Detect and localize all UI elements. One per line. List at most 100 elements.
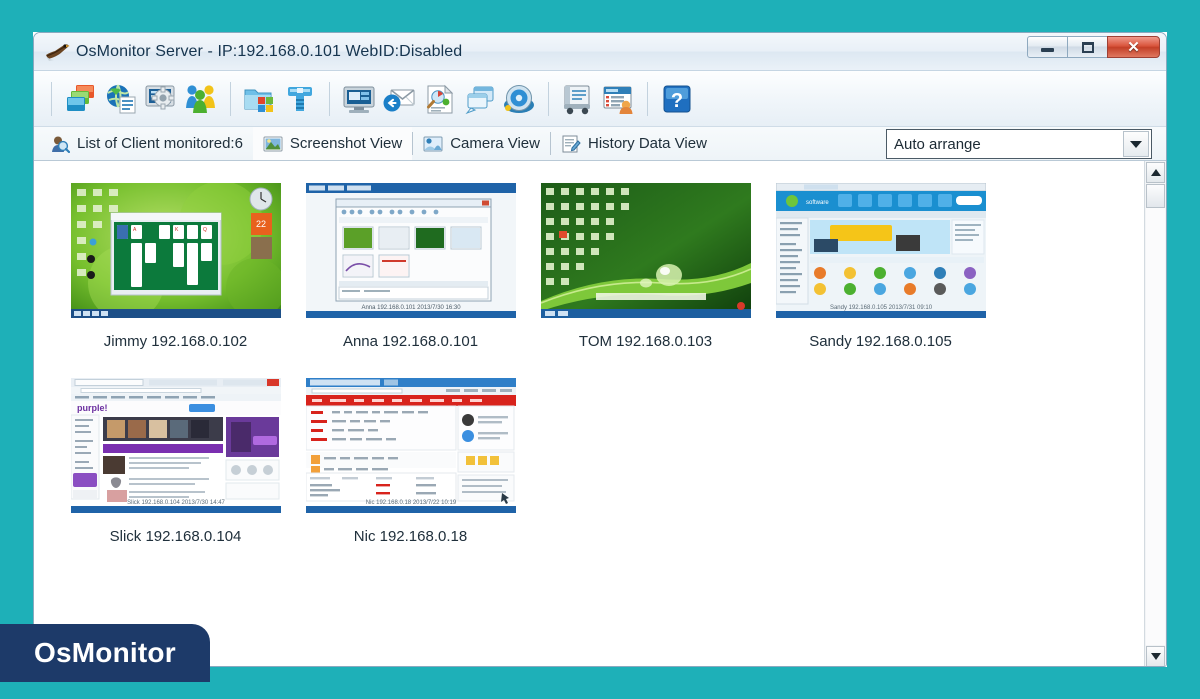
restore-icon bbox=[1081, 41, 1094, 53]
camera-icon bbox=[423, 135, 443, 153]
toolbar: ? bbox=[34, 71, 1166, 127]
brand-name: OsMonitor bbox=[34, 637, 176, 668]
title-bar[interactable]: OsMonitor Server - IP:192.168.0.101 WebI… bbox=[34, 33, 1166, 71]
maximize-button[interactable] bbox=[1067, 36, 1108, 58]
screen-tile[interactable]: software Sandy 192.168.0.105 2013/7/31 0… bbox=[763, 175, 998, 350]
email-back-icon bbox=[382, 83, 416, 115]
tab-client-list[interactable]: List of Client monitored:6 bbox=[40, 127, 253, 160]
svg-text:Sandy 192.168.0.105 2013/7/31: Sandy 192.168.0.105 2013/7/31 09:10 bbox=[829, 305, 932, 311]
toolbar-disk-record-button[interactable] bbox=[499, 79, 539, 119]
tab-camera-view[interactable]: Camera View bbox=[413, 127, 550, 160]
scroll-down-button[interactable] bbox=[1146, 646, 1165, 666]
monitor-gear-icon bbox=[144, 83, 178, 115]
toolbar-monitor-gear-button[interactable] bbox=[141, 79, 181, 119]
user-list-icon bbox=[601, 83, 635, 115]
screen-thumbnail[interactable]: software Sandy 192.168.0.105 2013/7/31 0… bbox=[775, 175, 986, 325]
toolbar-separator bbox=[548, 81, 549, 116]
minimize-icon bbox=[1041, 48, 1054, 52]
users-group-icon bbox=[184, 83, 218, 115]
toolbar-separator bbox=[230, 81, 231, 116]
toolbar-separator bbox=[647, 81, 648, 116]
toolbar-users-group-button[interactable] bbox=[181, 79, 221, 119]
vertical-scrollbar[interactable] bbox=[1144, 161, 1166, 666]
tab-strip: List of Client monitored:6 Screenshot Vi… bbox=[34, 127, 1166, 161]
screen-thumbnail[interactable] bbox=[540, 175, 751, 325]
globe-document-icon bbox=[104, 83, 138, 115]
tab-screenshot-view[interactable]: Screenshot View bbox=[252, 127, 413, 160]
tab-camera-view-label: Camera View bbox=[450, 135, 540, 152]
svg-text:Nic 192.168.0.18 2013/7/22 10: Nic 192.168.0.18 2013/7/22 10:19 bbox=[365, 500, 456, 506]
disk-record-icon bbox=[502, 83, 536, 115]
user-search-icon bbox=[50, 135, 71, 153]
usb-key-icon bbox=[283, 83, 317, 115]
tab-history-data-view-label: History Data View bbox=[587, 135, 707, 152]
screen-label: Nic 192.168.0.18 bbox=[353, 528, 468, 545]
scrollbar-track[interactable] bbox=[1146, 184, 1165, 645]
arrange-combobox-button[interactable] bbox=[1123, 131, 1149, 157]
background-left bbox=[0, 0, 33, 667]
screen-tile[interactable]: purple! Slick 192.168.0.104 2013/7/30 14… bbox=[58, 370, 293, 545]
arrange-combobox[interactable]: Auto arrange bbox=[886, 129, 1152, 159]
picture-icon bbox=[263, 135, 283, 153]
client-area: AKQ 22 Jimmy 192.168.0.102 Anna 192.168.… bbox=[34, 161, 1166, 666]
folder-apps-icon bbox=[243, 83, 277, 115]
screen-tile[interactable]: Anna 192.168.0.101 2013/7/30 16:30 Anna … bbox=[293, 175, 528, 350]
scroll-up-arrow-icon bbox=[1150, 169, 1161, 176]
tab-history-data-view[interactable]: History Data View bbox=[551, 127, 717, 160]
help-question-icon: ? bbox=[660, 83, 694, 115]
toolbar-folder-apps-button[interactable] bbox=[240, 79, 280, 119]
screen-thumbnail[interactable]: Anna 192.168.0.101 2013/7/30 16:30 bbox=[305, 175, 516, 325]
screen-tile[interactable]: AKQ 22 Jimmy 192.168.0.102 bbox=[58, 175, 293, 350]
chat-windows-icon bbox=[462, 83, 496, 115]
screen-label: Sandy 192.168.0.105 bbox=[809, 333, 952, 350]
toolbar-globe-document-button[interactable] bbox=[101, 79, 141, 119]
close-button[interactable]: ✕ bbox=[1107, 36, 1160, 58]
toolbar-help-button[interactable]: ? bbox=[657, 79, 697, 119]
screen-thumbnail[interactable]: purple! Slick 192.168.0.104 2013/7/30 14… bbox=[70, 370, 281, 520]
tab-screenshot-view-label: Screenshot View bbox=[289, 135, 403, 152]
document-search-icon bbox=[422, 83, 456, 115]
screenshot-canvas[interactable]: AKQ 22 Jimmy 192.168.0.102 Anna 192.168.… bbox=[34, 161, 1144, 666]
background-top bbox=[0, 0, 1200, 32]
svg-text:software: software bbox=[806, 200, 829, 206]
svg-text:Slick 192.168.0.104 2013/7/30: Slick 192.168.0.104 2013/7/30 14:47 bbox=[127, 500, 225, 506]
minimize-button[interactable] bbox=[1027, 36, 1068, 58]
toolbar-report-truck-button[interactable] bbox=[558, 79, 598, 119]
eagle-icon bbox=[44, 41, 70, 63]
svg-text:Q: Q bbox=[203, 227, 207, 233]
toolbar-document-search-button[interactable] bbox=[419, 79, 459, 119]
toolbar-chat-windows-button[interactable] bbox=[459, 79, 499, 119]
screen-label: TOM 192.168.0.103 bbox=[578, 333, 713, 350]
svg-text:Anna 192.168.0.101 2013/7/30: Anna 192.168.0.101 2013/7/30 16:30 bbox=[361, 305, 461, 311]
arrange-combobox-value: Auto arrange bbox=[894, 135, 981, 153]
screen-label: Slick 192.168.0.104 bbox=[109, 528, 242, 545]
toolbar-separator bbox=[51, 81, 52, 116]
window-controls: ✕ bbox=[1027, 36, 1160, 58]
report-truck-icon bbox=[561, 83, 595, 115]
tab-client-list-label: List of Client monitored:6 bbox=[77, 135, 243, 152]
toolbar-remote-desktop-button[interactable] bbox=[339, 79, 379, 119]
brand-badge: OsMonitor bbox=[0, 624, 210, 682]
scroll-up-button[interactable] bbox=[1146, 162, 1165, 183]
remote-desktop-icon bbox=[342, 83, 376, 115]
scroll-down-arrow-icon bbox=[1150, 653, 1161, 660]
screen-tile[interactable]: Nic 192.168.0.18 2013/7/22 10:19 Nic 192… bbox=[293, 370, 528, 545]
screen-tile[interactable]: TOM 192.168.0.103 bbox=[528, 175, 763, 350]
notepad-pen-icon bbox=[561, 135, 581, 153]
toolbar-usb-key-button[interactable] bbox=[280, 79, 320, 119]
toolbar-email-back-button[interactable] bbox=[379, 79, 419, 119]
toolbar-user-list-button[interactable] bbox=[598, 79, 638, 119]
svg-text:?: ? bbox=[671, 90, 683, 112]
toolbar-windows-stack-button[interactable] bbox=[61, 79, 101, 119]
svg-text:22: 22 bbox=[255, 219, 265, 229]
application-window: OsMonitor Server - IP:192.168.0.101 WebI… bbox=[33, 32, 1167, 667]
scrollbar-thumb[interactable] bbox=[1146, 184, 1165, 208]
screen-label: Anna 192.168.0.101 bbox=[342, 333, 479, 350]
screen-thumbnail[interactable]: Nic 192.168.0.18 2013/7/22 10:19 bbox=[305, 370, 516, 520]
toolbar-separator bbox=[329, 81, 330, 116]
windows-stack-icon bbox=[64, 83, 98, 115]
svg-text:purple!: purple! bbox=[77, 403, 108, 413]
window-title: OsMonitor Server - IP:192.168.0.101 WebI… bbox=[76, 42, 463, 60]
screenshot-grid: AKQ 22 Jimmy 192.168.0.102 Anna 192.168.… bbox=[58, 175, 1144, 565]
screen-thumbnail[interactable]: AKQ 22 bbox=[70, 175, 281, 325]
